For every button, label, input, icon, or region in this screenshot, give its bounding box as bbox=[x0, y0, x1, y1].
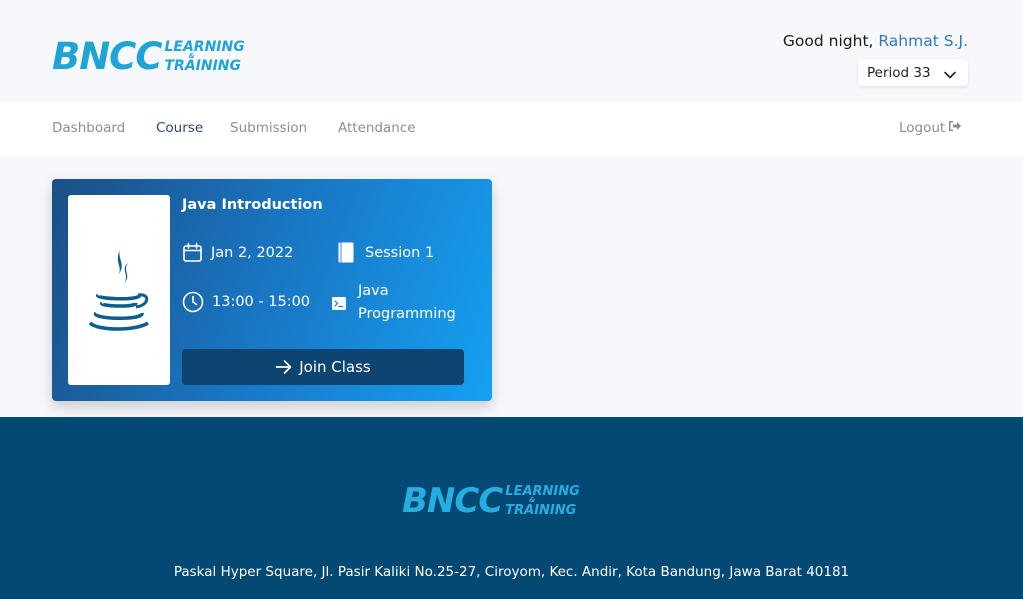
footer-address: Paskal Hyper Square, Jl. Pasir Kaliki No… bbox=[173, 564, 850, 580]
period-value: Period 33 bbox=[867, 64, 931, 81]
course-time: 13:00 - 15:00 bbox=[182, 291, 310, 313]
footer: BNCC LEARNING & TRAINING Paskal Hyper Sq… bbox=[0, 417, 1023, 599]
greeting-text: Good night, bbox=[782, 32, 879, 50]
logo-line-1: LEARNING bbox=[164, 38, 245, 55]
period-select[interactable]: Period 33 bbox=[858, 59, 968, 86]
course-card[interactable]: Java Introduction Jan 2, 2022 Session 1 … bbox=[52, 179, 492, 401]
header: BNCC LEARNING & TRAINING Good night, Rah… bbox=[0, 0, 1023, 102]
footer-logo-line-2: TRAINING bbox=[505, 502, 577, 518]
terminal-icon bbox=[332, 296, 346, 310]
nav-dashboard[interactable]: Dashboard bbox=[52, 120, 125, 136]
logout-button[interactable]: Logout bbox=[899, 120, 962, 136]
course-session: Session 1 bbox=[338, 242, 434, 263]
logo-sub-text: LEARNING & TRAINING bbox=[164, 40, 244, 74]
chevron-down-icon bbox=[944, 67, 956, 83]
calendar-icon bbox=[182, 242, 203, 263]
nav-submission[interactable]: Submission bbox=[230, 120, 307, 136]
greeting: Good night, Rahmat S.J. bbox=[783, 32, 968, 50]
user-name[interactable]: Rahmat S.J. bbox=[878, 32, 968, 50]
book-icon bbox=[338, 242, 354, 263]
course-time-text: 13:00 - 15:00 bbox=[212, 294, 311, 310]
java-logo-icon bbox=[84, 243, 154, 337]
logo-line-2: TRAINING bbox=[164, 58, 241, 75]
footer-logo-line-1: LEARNING bbox=[505, 484, 580, 500]
course-subject-line-1: Java bbox=[358, 283, 389, 299]
arrow-right-icon bbox=[275, 359, 293, 375]
logout-label: Logout bbox=[899, 120, 946, 136]
nav-attendance[interactable]: Attendance bbox=[338, 120, 416, 136]
course-subject-line-2: Programming bbox=[358, 306, 456, 322]
course-subject: Java Programming bbox=[332, 280, 456, 326]
course-session-text: Session 1 bbox=[365, 244, 435, 261]
footer-logo: BNCC LEARNING & TRAINING bbox=[402, 484, 580, 518]
course-thumbnail bbox=[68, 195, 170, 385]
main-nav: Dashboard Course Submission Attendance L… bbox=[0, 102, 1023, 155]
course-date: Jan 2, 2022 bbox=[182, 242, 293, 263]
footer-logo-sub-text: LEARNING & TRAINING bbox=[505, 485, 580, 517]
nav-course[interactable]: Course bbox=[156, 120, 203, 136]
logo-main-text: BNCC bbox=[52, 35, 162, 78]
course-title: Java Introduction bbox=[182, 197, 323, 213]
bncc-logo[interactable]: BNCC LEARNING & TRAINING bbox=[52, 38, 245, 75]
course-subject-text: Java Programming bbox=[358, 280, 456, 326]
footer-logo-main-text: BNCC bbox=[402, 481, 503, 521]
course-date-text: Jan 2, 2022 bbox=[211, 244, 294, 261]
clock-icon bbox=[182, 291, 204, 313]
sign-out-icon bbox=[948, 120, 962, 136]
join-class-label: Join Class bbox=[299, 358, 371, 376]
join-class-button[interactable]: Join Class bbox=[182, 349, 464, 385]
